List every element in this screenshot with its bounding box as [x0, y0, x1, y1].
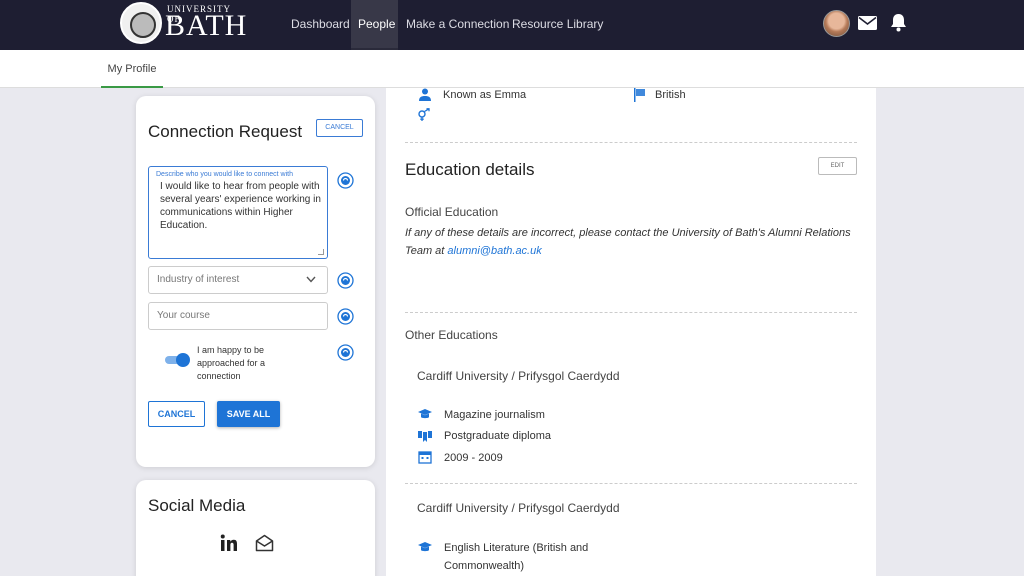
user-avatar[interactable] [823, 10, 850, 37]
cancel-small-button[interactable]: CANCEL [316, 119, 363, 137]
graduation-cap-icon [418, 542, 432, 552]
course-placeholder: Your course [157, 310, 210, 321]
official-education-note: If any of these details are incorrect, p… [405, 224, 865, 260]
official-education-heading: Official Education [405, 205, 499, 219]
connection-request-title: Connection Request [148, 122, 303, 141]
tab-my-profile[interactable]: My Profile [101, 50, 163, 88]
nav-dashboard[interactable]: Dashboard [284, 0, 357, 50]
divider [405, 142, 857, 143]
university-seal [120, 2, 162, 44]
social-media-card: Social Media [136, 480, 375, 576]
toggle-knob [176, 353, 190, 367]
industry-select[interactable]: Industry of interest [148, 266, 328, 294]
person-icon [419, 88, 431, 101]
education-dates: 2009 - 2009 [444, 452, 503, 464]
bell-icon[interactable] [890, 13, 907, 32]
course-input[interactable]: Your course [148, 302, 328, 330]
mail-icon[interactable] [858, 16, 877, 30]
social-media-title: Social Media [148, 496, 246, 515]
logo-big-text: BATH [165, 9, 248, 42]
nav-make-a-connection[interactable]: Make a Connection [399, 0, 516, 50]
education-subject: English Literature (British and Commonwe… [444, 542, 589, 572]
nav-people[interactable]: People [351, 0, 398, 50]
industry-placeholder: Industry of interest [157, 274, 240, 285]
other-educations-heading: Other Educations [405, 328, 498, 342]
help-icon[interactable] [337, 344, 354, 361]
toggle-label: I am happy to be approached for a connec… [197, 345, 266, 381]
help-icon[interactable] [337, 272, 354, 289]
education-institution: Cardiff University / Prifysgol Caerdydd [417, 369, 620, 383]
connection-request-card: Connection Request CANCEL Describe who y… [136, 96, 375, 467]
gender-icon [418, 108, 430, 121]
describe-connection-textarea[interactable]: Describe who you would like to connect w… [148, 166, 328, 259]
resize-handle[interactable] [318, 249, 324, 255]
alumni-email-link[interactable]: alumni@bath.ac.uk [447, 245, 541, 257]
chevron-down-icon [306, 276, 316, 283]
describe-value: I would like to hear from people with se… [160, 181, 321, 231]
university-logo[interactable]: UNIVERSITY OF BATH [120, 2, 246, 44]
divider [405, 312, 857, 313]
edit-button[interactable]: EDIT [818, 157, 857, 175]
email-envelope-icon[interactable] [255, 534, 274, 552]
describe-label: Describe who you would like to connect w… [156, 171, 293, 178]
save-all-button[interactable]: SAVE ALL [217, 401, 280, 427]
nav-resource-library[interactable]: Resource Library [505, 0, 610, 50]
linkedin-icon[interactable] [220, 534, 238, 552]
known-as: Known as Emma [443, 89, 527, 101]
graduation-cap-icon [418, 409, 432, 419]
calendar-icon [418, 451, 432, 464]
flag-icon [634, 88, 645, 102]
education-qualification: Postgraduate diploma [444, 430, 552, 442]
education-institution: Cardiff University / Prifysgol Caerdydd [417, 501, 620, 515]
top-navbar: UNIVERSITY OF BATH Dashboard People Make… [0, 0, 1024, 50]
education-subject: Magazine journalism [444, 409, 545, 421]
nationality: British [655, 89, 686, 101]
help-icon[interactable] [337, 308, 354, 325]
approach-toggle[interactable] [165, 353, 190, 367]
diploma-icon [418, 431, 432, 442]
cancel-button[interactable]: CANCEL [148, 401, 205, 427]
education-details-title: Education details [405, 160, 535, 179]
help-icon[interactable] [337, 172, 354, 189]
profile-subnav: My Profile [0, 50, 1024, 88]
profile-main-panel: Known as Emma British Education details … [386, 88, 876, 576]
divider [405, 483, 857, 484]
